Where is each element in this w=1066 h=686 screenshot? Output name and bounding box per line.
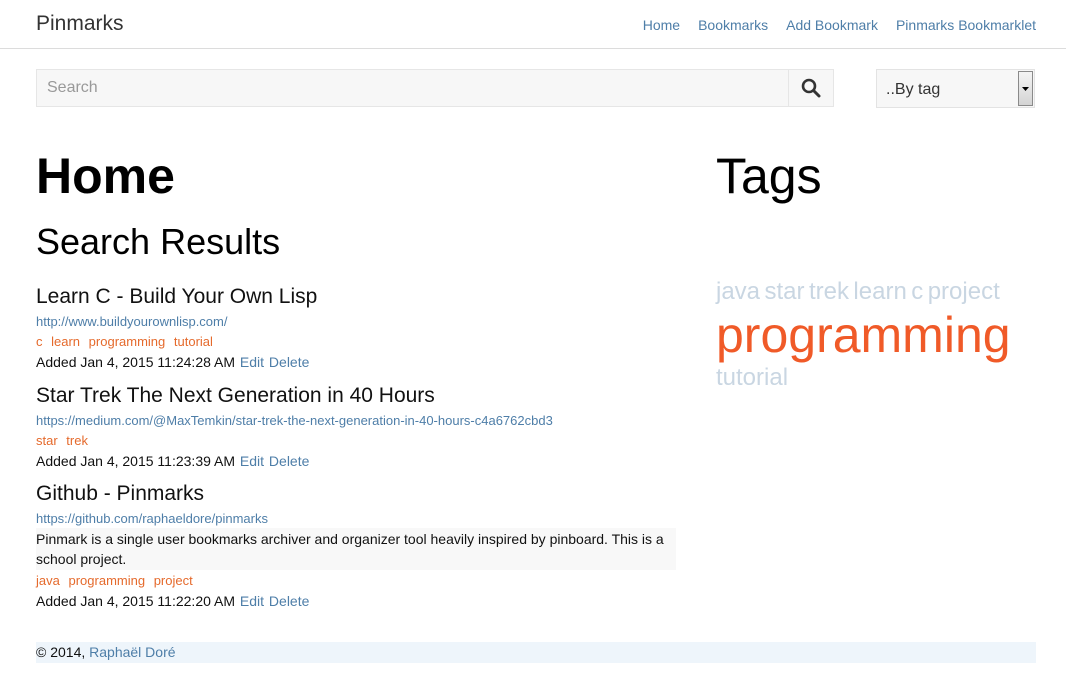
bookmark-tag[interactable]: star <box>36 433 58 448</box>
footer: © 2014, Raphaël Doré <box>36 642 1036 663</box>
bookmark-tag[interactable]: programming <box>89 334 166 349</box>
page-title: Home <box>36 148 175 204</box>
tag-cloud-item[interactable]: c <box>911 278 923 305</box>
tags-heading: Tags <box>716 148 822 204</box>
nav-link-bookmarklet[interactable]: Pinmarks Bookmarklet <box>896 17 1036 33</box>
brand-logo[interactable]: Pinmarks <box>36 12 124 36</box>
bookmark-description: Pinmark is a single user bookmarks archi… <box>36 528 676 570</box>
tag-cloud-item[interactable]: learn <box>853 278 906 305</box>
bookmark-tag[interactable]: programming <box>68 573 145 588</box>
tag-cloud: java star trek learn c project programmi… <box>716 278 1046 392</box>
tag-filter-select[interactable]: ..By tag <box>876 69 1035 108</box>
tag-cloud-item[interactable]: project <box>928 278 1000 305</box>
tag-cloud-item[interactable]: java <box>716 278 760 305</box>
bookmark-added-date: Added Jan 4, 2015 11:22:20 AM <box>36 593 236 609</box>
nav-link-add-bookmark[interactable]: Add Bookmark <box>786 17 878 33</box>
nav-link-bookmarks[interactable]: Bookmarks <box>698 17 768 33</box>
bookmark-title[interactable]: Github - Pinmarks <box>36 480 676 508</box>
bookmark-meta: Added Jan 4, 2015 11:22:20 AM Edit Delet… <box>36 591 676 611</box>
caret-down-icon <box>1022 86 1029 91</box>
bookmark-meta: Added Jan 4, 2015 11:23:39 AM Edit Delet… <box>36 451 676 471</box>
navbar: Pinmarks Home Bookmarks Add Bookmark Pin… <box>0 0 1066 49</box>
bookmark-url[interactable]: https://medium.com/@MaxTemkin/star-trek-… <box>36 412 676 430</box>
bookmark-item: Star Trek The Next Generation in 40 Hour… <box>36 382 676 471</box>
delete-link[interactable]: Delete <box>269 593 309 609</box>
edit-link[interactable]: Edit <box>240 453 264 469</box>
search-button[interactable] <box>788 70 833 106</box>
bookmark-added-date: Added Jan 4, 2015 11:23:39 AM <box>36 453 236 469</box>
bookmark-tag[interactable]: learn <box>51 334 80 349</box>
bookmark-added-date: Added Jan 4, 2015 11:24:28 AM <box>36 354 236 370</box>
search-results-heading: Search Results <box>36 221 281 262</box>
tag-cloud-row: programming <box>716 306 1046 364</box>
tag-cloud-item[interactable]: tutorial <box>716 364 788 391</box>
edit-link[interactable]: Edit <box>240 593 264 609</box>
footer-author-link[interactable]: Raphaël Doré <box>89 644 175 660</box>
tag-cloud-row: tutorial <box>716 364 1046 392</box>
bookmark-tag[interactable]: java <box>36 573 60 588</box>
bookmark-tags: c learn programming tutorial <box>36 333 676 351</box>
search-box <box>36 69 834 107</box>
tag-cloud-item[interactable]: trek <box>809 278 849 305</box>
bookmark-url[interactable]: https://github.com/raphaeldore/pinmarks <box>36 510 676 528</box>
bookmark-item: Github - Pinmarks https://github.com/rap… <box>36 480 676 611</box>
bookmark-tag[interactable]: project <box>154 573 193 588</box>
delete-link[interactable]: Delete <box>269 354 309 370</box>
bookmark-tag[interactable]: trek <box>66 433 88 448</box>
bookmark-item: Learn C - Build Your Own Lisp http://www… <box>36 283 676 372</box>
nav-links: Home Bookmarks Add Bookmark Pinmarks Boo… <box>643 17 1036 33</box>
bookmark-title[interactable]: Learn C - Build Your Own Lisp <box>36 283 676 311</box>
bookmark-title[interactable]: Star Trek The Next Generation in 40 Hour… <box>36 382 676 410</box>
delete-link[interactable]: Delete <box>269 453 309 469</box>
nav-link-home[interactable]: Home <box>643 17 680 33</box>
tag-cloud-item-large[interactable]: programming <box>716 307 1011 363</box>
bookmark-tags: java programming project <box>36 572 676 590</box>
bookmark-tags: star trek <box>36 432 676 450</box>
select-dropdown-arrow[interactable] <box>1018 71 1033 106</box>
tag-cloud-row: java star trek learn c project <box>716 278 1046 306</box>
search-input[interactable] <box>37 70 791 106</box>
bookmark-tag[interactable]: tutorial <box>174 334 213 349</box>
tag-cloud-item[interactable]: star <box>764 278 804 305</box>
bookmark-url[interactable]: http://www.buildyourownlisp.com/ <box>36 313 676 331</box>
bookmark-tag[interactable]: c <box>36 334 43 349</box>
bookmark-meta: Added Jan 4, 2015 11:24:28 AM Edit Delet… <box>36 352 676 372</box>
search-icon <box>801 78 821 98</box>
edit-link[interactable]: Edit <box>240 354 264 370</box>
footer-copyright: © 2014, <box>36 644 86 660</box>
tag-filter-value: ..By tag <box>886 81 941 98</box>
